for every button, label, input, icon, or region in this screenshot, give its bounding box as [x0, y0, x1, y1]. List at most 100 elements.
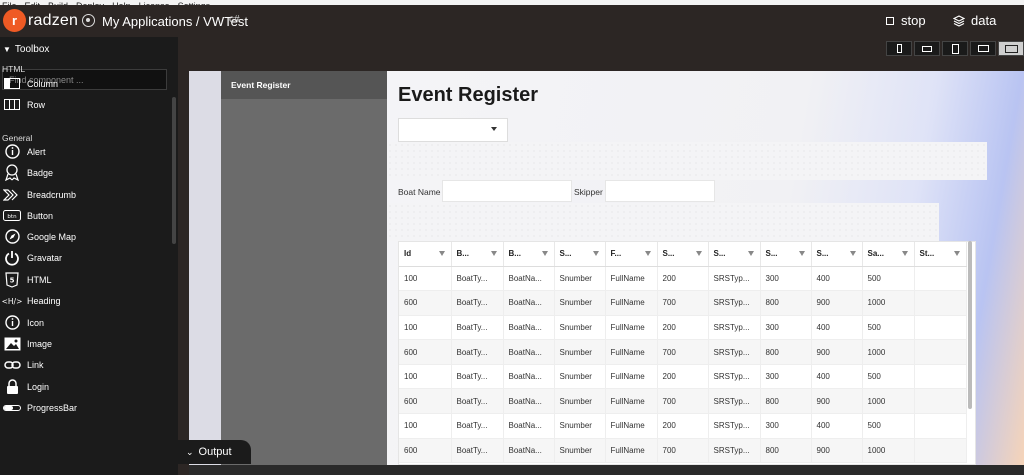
nav-item-event-register[interactable]: Event Register — [221, 71, 387, 99]
filter-icon[interactable] — [901, 251, 908, 256]
grid-column-header[interactable]: S... — [657, 242, 709, 267]
column-header-label: S... — [662, 249, 675, 259]
toolbox-item-gravatar[interactable]: Gravatar — [0, 247, 170, 268]
table-row[interactable]: 100 BoatTy... BoatNa... Snumber FullName 200 S… — [399, 413, 967, 439]
table-cell: 900 — [811, 388, 863, 415]
grid-column-header[interactable]: B... — [451, 242, 504, 267]
column-icon — [2, 75, 22, 92]
table-cell — [914, 413, 967, 439]
toolbox-item-progressbar[interactable]: ProgressBar — [0, 397, 170, 418]
table-row[interactable]: 600 BoatTy... BoatNa... Snumber FullName 700 S… — [399, 339, 967, 365]
grid-column-header[interactable]: Id — [399, 242, 452, 267]
data-label: data — [971, 13, 997, 28]
toolbox-item-alert[interactable]: Alert — [0, 141, 170, 162]
toolbox-item-heading[interactable]: <H/> Heading — [0, 290, 170, 311]
table-cell: Snumber — [554, 364, 606, 390]
output-tab[interactable]: ⌄ Output — [178, 440, 251, 464]
boat-name-input[interactable] — [442, 180, 572, 202]
toolbox-item-link[interactable]: Link — [0, 354, 170, 375]
toolbox-item-label: Image — [27, 338, 53, 349]
toolbox-item-login[interactable]: Login — [0, 376, 170, 397]
progress-icon — [2, 399, 22, 416]
toolbox-header[interactable]: ▼ Toolbox — [0, 37, 178, 61]
table-cell: BoatTy... — [451, 339, 504, 365]
table-cell: 600 — [399, 290, 452, 316]
table-cell: 1000 — [862, 388, 915, 415]
table-cell — [914, 315, 967, 341]
stop-button[interactable]: stop — [886, 13, 926, 28]
column-header-label: B... — [456, 249, 469, 259]
table-cell: 500 — [862, 364, 915, 390]
table-cell — [914, 266, 967, 292]
grid-column-header[interactable]: S... — [811, 242, 863, 267]
compass-icon — [2, 228, 22, 245]
grid-column-header[interactable]: F... — [605, 242, 658, 267]
toolbox-item-row[interactable]: Row — [0, 94, 170, 115]
table-cell: 200 — [657, 364, 709, 390]
table-cell: 600 — [399, 388, 452, 415]
table-cell: SRSTyp... — [708, 266, 761, 292]
filter-icon[interactable] — [849, 251, 856, 256]
phone-portrait-button[interactable] — [886, 41, 912, 56]
table-row[interactable]: 600 BoatTy... BoatNa... Snumber FullName 700 S… — [399, 438, 967, 464]
table-cell: Snumber — [554, 315, 606, 341]
filter-icon[interactable] — [695, 251, 702, 256]
tablet-landscape-button[interactable] — [970, 41, 996, 56]
badge-icon — [2, 164, 22, 181]
table-row[interactable]: 100 BoatTy... BoatNa... Snumber FullName 200 S… — [399, 266, 967, 292]
phone-landscape-button[interactable] — [914, 41, 940, 56]
table-cell: 400 — [811, 266, 863, 292]
toolbox-item-button[interactable]: btn Button — [0, 205, 170, 226]
grid-column-header[interactable]: St... — [914, 242, 967, 267]
page-content: Event Register Boat Name Skipper Id B... B… — [387, 71, 1024, 465]
breadcrumb-icon — [2, 186, 22, 203]
filter-icon[interactable] — [592, 251, 599, 256]
table-cell: 900 — [811, 438, 863, 464]
skipper-label: Skipper — [574, 187, 603, 197]
grid-column-header[interactable]: Sa... — [862, 242, 915, 267]
filter-icon[interactable] — [747, 251, 754, 256]
grid-scrollbar[interactable] — [968, 241, 972, 409]
column-header-label: Sa... — [867, 249, 884, 259]
toolbox-item-column[interactable]: Column — [0, 73, 170, 94]
app-breadcrumb[interactable]: My Applications / VWTest — [102, 14, 248, 29]
skipper-input[interactable] — [605, 180, 715, 202]
filter-icon[interactable] — [541, 251, 548, 256]
grid-column-header[interactable]: S... — [708, 242, 761, 267]
table-cell: 900 — [811, 290, 863, 316]
tablet-portrait-button[interactable] — [942, 41, 968, 56]
filter-icon[interactable] — [953, 251, 960, 256]
grid-column-header[interactable]: S... — [554, 242, 606, 267]
toolbox-item-image[interactable]: Image — [0, 333, 170, 354]
filter-icon[interactable] — [644, 251, 651, 256]
column-header-label: Id — [404, 249, 412, 259]
filter-icon[interactable] — [490, 251, 497, 256]
page-sidebar: Event Register — [221, 71, 387, 465]
event-dropdown[interactable] — [398, 118, 508, 142]
table-row[interactable]: 100 BoatTy... BoatNa... Snumber FullName 200 S… — [399, 315, 967, 341]
toolbox-item-label: ProgressBar — [27, 402, 78, 413]
row-icon — [2, 96, 22, 113]
output-label: Output — [198, 446, 232, 458]
grid-column-header[interactable]: B... — [503, 242, 555, 267]
filter-icon[interactable] — [438, 251, 445, 256]
grid-column-header[interactable]: S... — [760, 242, 812, 267]
data-button[interactable]: data — [953, 13, 996, 28]
toolbox-scrollbar[interactable] — [172, 97, 176, 244]
toolbox-item-breadcrumb[interactable]: Breadcrumb — [0, 184, 170, 205]
table-cell: 700 — [657, 339, 709, 365]
toolbox-item-google-map[interactable]: Google Map — [0, 226, 170, 247]
toolbox-item-icon[interactable]: Icon — [0, 312, 170, 333]
table-cell — [914, 438, 967, 464]
desktop-button[interactable] — [998, 41, 1024, 56]
filter-icon[interactable] — [798, 251, 805, 256]
toolbox-item-html[interactable]: 5 HTML — [0, 269, 170, 290]
table-row[interactable]: 600 BoatTy... BoatNa... Snumber FullName 700 S… — [399, 290, 967, 316]
toolbox-item-badge[interactable]: Badge — [0, 162, 170, 183]
data-grid: Id B... B... S... F... S... S... S... S... Sa... S… — [398, 241, 976, 465]
applications-icon[interactable] — [82, 14, 95, 27]
table-cell: BoatNa... — [503, 438, 555, 464]
table-row[interactable]: 100 BoatTy... BoatNa... Snumber FullName 200 S… — [399, 364, 967, 390]
grid-table: Id B... B... S... F... S... S... S... S... Sa... S… — [399, 242, 967, 464]
table-row[interactable]: 600 BoatTy... BoatNa... Snumber FullName 700 S… — [399, 388, 967, 415]
